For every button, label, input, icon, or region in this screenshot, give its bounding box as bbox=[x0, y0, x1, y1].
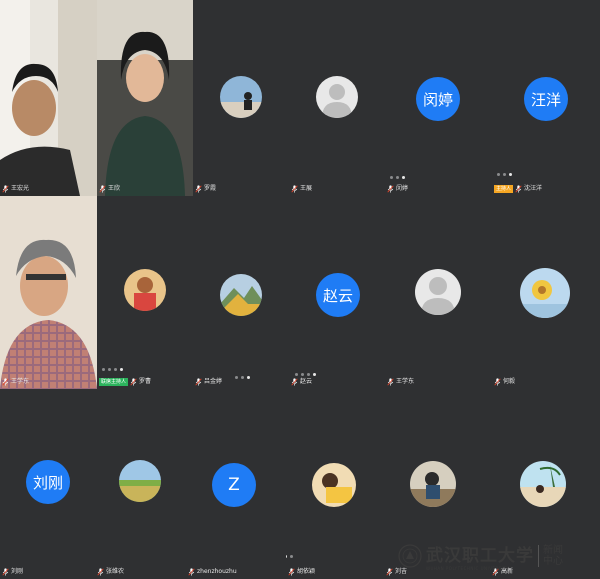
participant-avatar bbox=[520, 268, 570, 318]
participant-tile[interactable]: 赵云 赵云 bbox=[289, 196, 385, 389]
participant-tile[interactable]: 联席主持人 罗曹 bbox=[97, 196, 193, 389]
participant-name: 吕金婷 bbox=[204, 378, 223, 385]
participant-avatar bbox=[220, 76, 262, 118]
participant-video bbox=[97, 0, 193, 196]
participant-name: 张维农 bbox=[106, 568, 125, 575]
participant-name: 王欣 bbox=[108, 185, 121, 192]
university-name: 武汉职工大学 bbox=[426, 546, 534, 566]
microphone-muted-icon bbox=[515, 185, 522, 193]
participant-name-bar: 吕金婷 bbox=[195, 377, 222, 387]
participant-tile[interactable]: 何毅 bbox=[492, 196, 600, 389]
participant-name-bar: 王展 bbox=[291, 184, 312, 194]
participant-initial-avatar: 闵婷 bbox=[416, 77, 460, 121]
participant-name-bar: 张维农 bbox=[97, 567, 124, 577]
pagination-dots bbox=[102, 368, 123, 371]
participant-avatar bbox=[316, 76, 358, 118]
participant-avatar bbox=[520, 461, 566, 507]
news-center-label: 新闻中心 bbox=[538, 545, 564, 567]
participant-name: 王宏光 bbox=[11, 185, 30, 192]
pagination-dots bbox=[497, 173, 512, 176]
pagination-dots bbox=[235, 376, 250, 379]
participant-name: 刘刚 bbox=[11, 568, 24, 575]
participant-name-bar: 罗霞 bbox=[195, 184, 216, 194]
participant-name: zhenzhouzhu bbox=[197, 568, 237, 575]
university-watermark: 武汉职工大学 WUHAN POLYTECHNIC UNIVERSITY 新闻中心 bbox=[398, 537, 594, 575]
microphone-muted-icon bbox=[288, 568, 295, 576]
microphone-muted-icon bbox=[188, 568, 195, 576]
participant-avatar bbox=[220, 274, 262, 316]
participant-name-bar: 闵婷 bbox=[387, 184, 408, 194]
microphone-muted-icon bbox=[494, 378, 501, 386]
participant-tile[interactable]: 闵婷 闵婷 bbox=[385, 0, 492, 196]
participant-name-bar: 王学东 bbox=[387, 377, 414, 387]
participant-video bbox=[0, 196, 97, 389]
participant-tile[interactable]: 王欣 bbox=[97, 0, 193, 196]
participant-tile[interactable]: 胡依颖 bbox=[286, 389, 384, 579]
participant-tile[interactable]: 汪洋 主持人 沈汪洋 bbox=[492, 0, 600, 196]
participant-name-bar: 联席主持人 罗曹 bbox=[99, 377, 151, 387]
cohost-badge: 联席主持人 bbox=[99, 378, 129, 386]
microphone-muted-icon bbox=[99, 185, 106, 193]
participant-tile[interactable]: 王学东 bbox=[0, 196, 97, 389]
microphone-muted-icon bbox=[97, 568, 104, 576]
microphone-muted-icon bbox=[195, 185, 202, 193]
participant-name: 罗霞 bbox=[204, 185, 217, 192]
participant-name: 罗曹 bbox=[139, 378, 152, 385]
microphone-muted-icon bbox=[2, 185, 9, 193]
microphone-muted-icon bbox=[387, 378, 394, 386]
participant-initial-avatar: 刘刚 bbox=[26, 460, 70, 504]
participant-tile[interactable]: 王学东 bbox=[385, 196, 492, 389]
microphone-muted-icon bbox=[387, 185, 394, 193]
participant-tile[interactable]: Z zhenzhouzhu bbox=[186, 389, 286, 579]
participant-name-bar: 刘刚 bbox=[2, 567, 23, 577]
host-badge: 主持人 bbox=[494, 185, 514, 193]
microphone-muted-icon bbox=[130, 378, 137, 386]
pagination-dots bbox=[295, 373, 316, 376]
participant-initial-avatar: 汪洋 bbox=[524, 77, 568, 121]
participant-name-bar: 王宏光 bbox=[2, 184, 29, 194]
participant-avatar bbox=[312, 463, 356, 507]
participant-avatar bbox=[124, 269, 166, 311]
participant-tile[interactable]: 王宏光 bbox=[0, 0, 97, 196]
participant-name: 王学东 bbox=[11, 378, 30, 385]
participant-name: 赵云 bbox=[300, 378, 313, 385]
participant-avatar bbox=[410, 461, 456, 507]
participant-tile[interactable]: 吕金婷 bbox=[193, 196, 289, 389]
participant-avatar bbox=[415, 269, 461, 315]
microphone-muted-icon bbox=[291, 378, 298, 386]
participant-name-bar: zhenzhouzhu bbox=[188, 567, 237, 577]
participant-name-bar: 主持人 沈汪洋 bbox=[494, 184, 542, 194]
video-conference-grid: 王宏光 王欣 罗霞 王展 闵婷 闵婷 汪洋 主持人 沈汪洋 王学东 联席主持人 … bbox=[0, 0, 600, 579]
university-emblem bbox=[398, 544, 422, 568]
participant-name: 闵婷 bbox=[396, 185, 409, 192]
participant-name: 王展 bbox=[300, 185, 313, 192]
microphone-muted-icon bbox=[195, 378, 202, 386]
university-english-name: WUHAN POLYTECHNIC UNIVERSITY bbox=[426, 566, 510, 571]
participant-initial-avatar: Z bbox=[212, 463, 256, 507]
participant-name: 沈汪洋 bbox=[524, 185, 543, 192]
microphone-muted-icon bbox=[2, 568, 9, 576]
participant-name-bar: 王欣 bbox=[99, 184, 120, 194]
participant-name-bar: 何毅 bbox=[494, 377, 515, 387]
participant-name-bar: 胡依颖 bbox=[288, 567, 315, 577]
participant-tile[interactable]: 王展 bbox=[289, 0, 385, 196]
participant-avatar bbox=[119, 460, 161, 502]
pagination-dots bbox=[286, 555, 293, 558]
participant-name-bar: 赵云 bbox=[291, 377, 312, 387]
participant-name: 王学东 bbox=[396, 378, 415, 385]
participant-name: 胡依颖 bbox=[297, 568, 316, 575]
microphone-muted-icon bbox=[291, 185, 298, 193]
microphone-muted-icon bbox=[2, 378, 9, 386]
participant-video bbox=[0, 0, 97, 196]
participant-tile[interactable]: 张维农 bbox=[95, 389, 186, 579]
participant-initial-avatar: 赵云 bbox=[316, 273, 360, 317]
participant-tile[interactable]: 刘刚 刘刚 bbox=[0, 389, 95, 579]
pagination-dots bbox=[390, 176, 405, 179]
microphone-muted-icon bbox=[386, 568, 393, 576]
participant-tile[interactable]: 罗霞 bbox=[193, 0, 289, 196]
participant-name-bar: 王学东 bbox=[2, 377, 29, 387]
participant-name: 何毅 bbox=[503, 378, 516, 385]
